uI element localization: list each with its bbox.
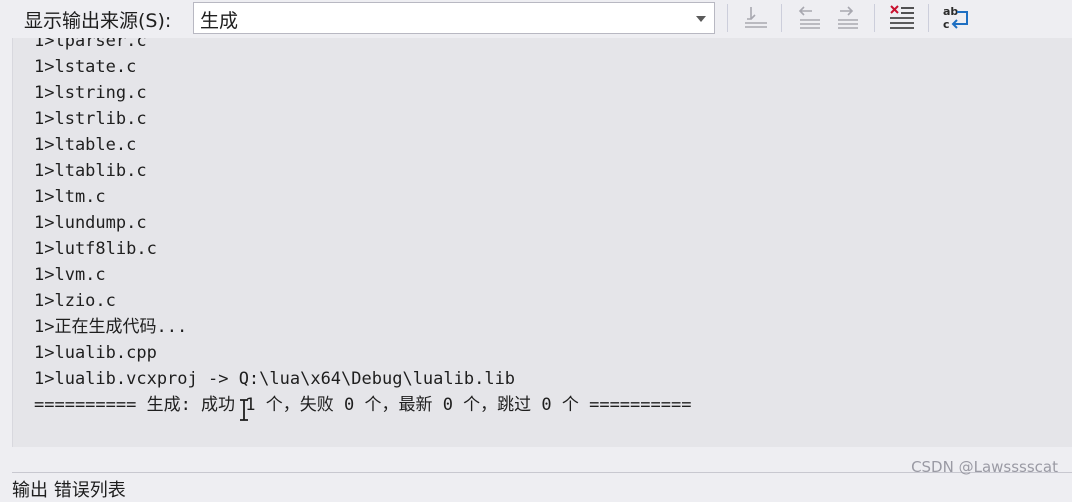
toolbar-separator bbox=[928, 4, 929, 32]
output-line: 1>lzio.c bbox=[34, 291, 116, 311]
watermark: CSDN @Lawsssscat bbox=[911, 458, 1058, 476]
output-line: 1>ltm.c bbox=[34, 187, 106, 207]
output-line: 1>lualib.vcxproj -> Q:\lua\x64\Debug\lua… bbox=[34, 369, 516, 389]
toolbar-separator bbox=[727, 4, 728, 32]
toolbar-separator bbox=[781, 4, 782, 32]
output-line: 1>ltable.c bbox=[34, 135, 137, 155]
go-to-current-icon[interactable] bbox=[741, 3, 771, 33]
output-line: 1>ltablib.c bbox=[34, 161, 147, 181]
output-pane[interactable]: 1>lparser.c 1>lstate.c 1>lstring.c 1>lst… bbox=[12, 38, 1072, 447]
output-source-value: 生成 bbox=[200, 10, 239, 32]
output-line: 1>lstrlib.c bbox=[34, 109, 147, 129]
output-line: 1>正在生成代码... bbox=[34, 317, 188, 337]
output-line: 1>lstate.c bbox=[34, 57, 137, 77]
build-summary-line: ========== 生成: 成功 1 个，失败 0 个，最新 0 个，跳过 0… bbox=[34, 395, 692, 415]
svg-text:ab: ab bbox=[943, 5, 958, 18]
toolbar-separator bbox=[874, 4, 875, 32]
svg-text:c: c bbox=[943, 18, 950, 31]
show-output-from-label: 显示输出来源(S): bbox=[24, 10, 172, 32]
output-line: 1>lualib.cpp bbox=[34, 343, 157, 363]
word-wrap-icon[interactable]: ab c bbox=[941, 3, 971, 33]
output-line: 1>lundump.c bbox=[34, 213, 147, 233]
next-message-icon[interactable] bbox=[832, 3, 862, 33]
text-cursor-icon bbox=[237, 398, 251, 424]
bottom-tabs[interactable]: 输出 错误列表 bbox=[12, 476, 126, 502]
clear-all-icon[interactable] bbox=[887, 3, 917, 33]
output-line: 1>lparser.c bbox=[34, 38, 147, 51]
output-source-dropdown[interactable]: 生成 bbox=[193, 2, 715, 34]
output-line: 1>lutf8lib.c bbox=[34, 239, 157, 259]
output-line: 1>lstring.c bbox=[34, 83, 147, 103]
chevron-down-icon[interactable] bbox=[696, 16, 706, 22]
output-toolbar: 显示输出来源(S): 生成 ab c bbox=[0, 0, 1072, 38]
output-line: 1>lvm.c bbox=[34, 265, 106, 285]
previous-message-icon[interactable] bbox=[794, 3, 824, 33]
